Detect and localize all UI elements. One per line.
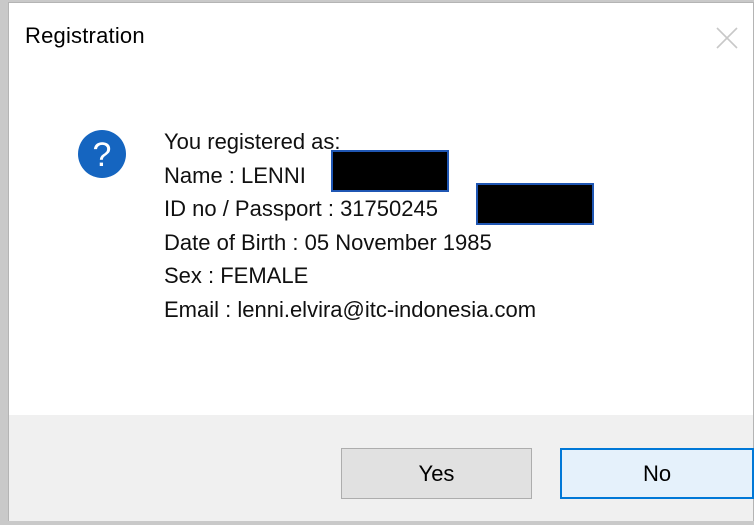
dialog-content: ? You registered as: Name : LENNI ID no … (9, 67, 753, 415)
svg-text:?: ? (93, 136, 112, 174)
yes-button[interactable]: Yes (341, 448, 532, 499)
message-line-sex: Sex : FEMALE (164, 263, 309, 288)
message-line-dob: Date of Birth : 05 November 1985 (164, 229, 492, 255)
registration-dialog: Registration ? You registered as: Name :… (8, 2, 754, 521)
question-icon: ? (78, 130, 126, 178)
button-bar: Yes No (9, 415, 754, 521)
dialog-title: Registration (25, 23, 145, 48)
redaction-box-id (476, 183, 594, 225)
redaction-box-name (331, 150, 449, 192)
title-bar[interactable]: Registration (9, 3, 753, 67)
close-icon (716, 27, 738, 49)
close-button[interactable] (701, 15, 753, 61)
message-line-email: Email : lenni.elvira@itc-indonesia.com (164, 296, 537, 322)
no-button[interactable]: No (560, 448, 754, 499)
